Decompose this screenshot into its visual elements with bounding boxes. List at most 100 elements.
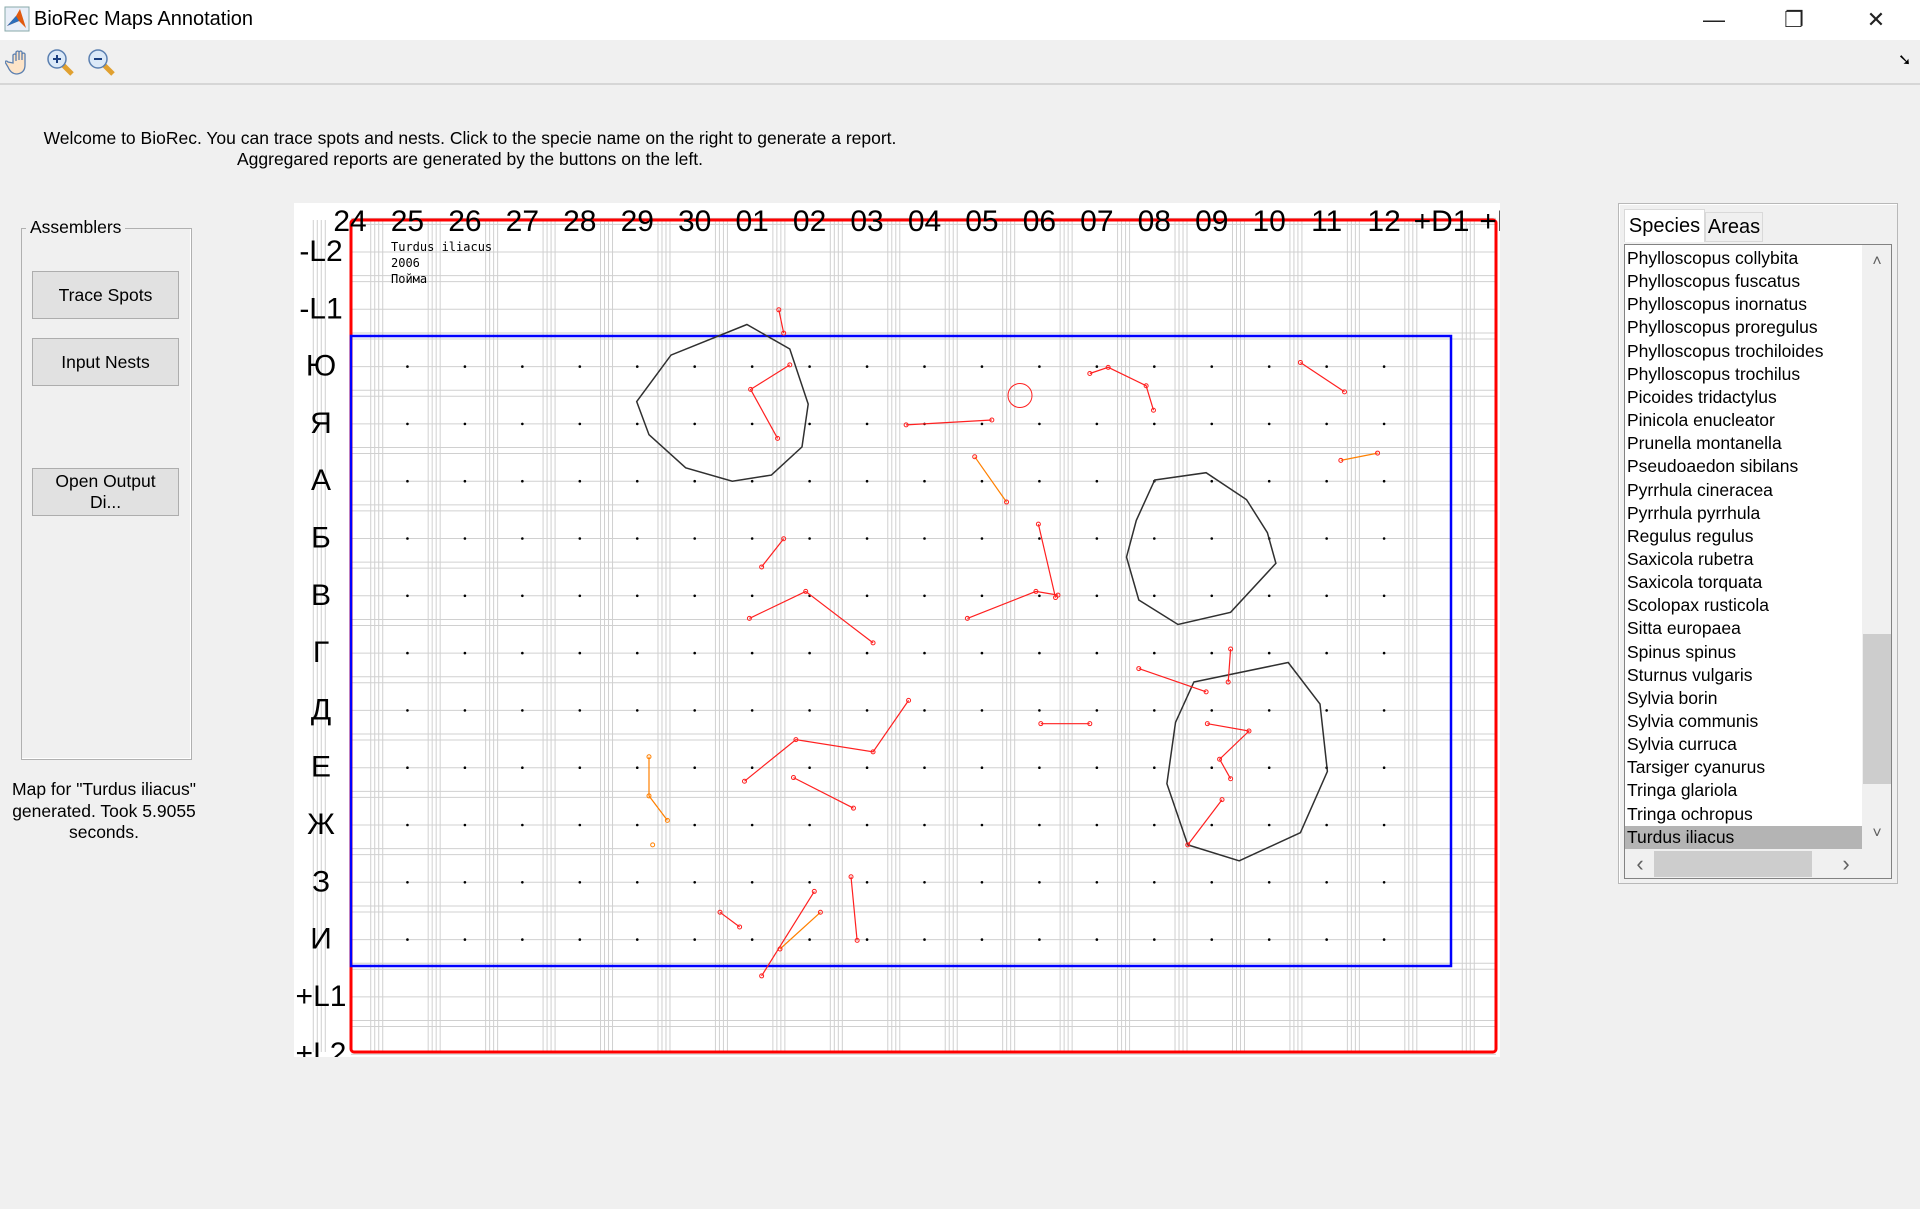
grid-dot [578,537,582,540]
grid-dot [1325,823,1328,827]
grid-dot [463,422,467,426]
species-list-item[interactable]: Saxicola torquata [1625,571,1864,594]
species-list-item[interactable]: Sylvia borin [1625,687,1864,710]
grid-dot [1095,365,1099,368]
grid-dot [1267,479,1271,483]
input-nests-button[interactable]: Input Nests [32,338,179,386]
grid-dot [578,709,582,712]
undock-arrow-icon[interactable]: ➘ [1898,50,1911,70]
grid-dot [406,766,409,769]
grid-dot [1325,881,1328,884]
grid-dot [693,709,696,712]
scroll-left-icon[interactable]: ‹ [1626,850,1654,878]
species-list-item[interactable]: Picoides tridactylus [1625,386,1864,409]
grid-dot [1267,766,1271,769]
species-list-item[interactable]: Sitta europaea [1625,617,1864,640]
map-canvas[interactable]: 24 25 26 27 28 29 30 01 02 03 04 05 06 07 08 09 10 11 12 +D… [294,203,1500,1057]
grid-dot [865,479,869,483]
grid-dot [865,823,869,827]
species-list-item[interactable]: Regulus regulus [1625,525,1864,548]
map-species-label: Turdus iliacus [391,240,492,254]
grid-dot [1038,537,1041,540]
row-label: Е [311,751,331,784]
vertical-scroll-thumb[interactable] [1863,634,1891,784]
species-list-item[interactable]: Sylvia communis [1625,710,1864,733]
grid-dot [1210,766,1214,769]
grid-dot [1038,365,1041,368]
grid-dot [750,709,754,712]
close-button[interactable]: ✕ [1836,0,1916,40]
trace-point [741,778,747,784]
species-list-item[interactable]: Phylloscopus fuscatus [1625,270,1864,293]
column-label: 03 [850,205,883,238]
grid-dot [1325,365,1328,368]
map-plot: 24 25 26 27 28 29 30 01 02 03 04 05 06 07 08 09 10 11 12 +D… [296,205,1500,1057]
grid-dot [635,422,639,426]
grid-dot [521,938,524,941]
grid-dot [406,823,409,827]
species-list-item[interactable]: Phylloscopus proregulus [1625,316,1864,339]
grid-dot [1382,365,1386,368]
trace-line [749,364,791,439]
tab-species[interactable]: Species [1624,209,1705,242]
grid-dot [980,651,984,655]
grid-dot [635,766,639,769]
grid-dot [578,881,582,884]
grid-dot [1210,594,1214,598]
grid-dot [463,365,467,368]
column-label: 07 [1080,205,1113,238]
grid-dot [1382,651,1386,655]
restore-button[interactable]: ❐ [1754,0,1834,40]
pan-hand-icon[interactable] [3,46,37,78]
species-list-item[interactable]: Sylvia curruca [1625,733,1864,756]
grid-dot [808,651,811,655]
species-list-item[interactable]: Pseudoaedon sibilans [1625,455,1864,478]
toolbar: ➘ [0,40,1920,85]
column-label: 11 [1311,205,1342,238]
species-list-item[interactable]: Phylloscopus trochilus [1625,363,1864,386]
scroll-up-icon[interactable]: ˄ [1863,248,1891,276]
zoom-out-icon[interactable] [84,46,118,78]
grid-dot [463,938,467,941]
species-list-item[interactable]: Tarsiger cyanurus [1625,756,1864,779]
species-list-item[interactable]: Pyrrhula pyrrhula [1625,502,1864,525]
column-label: 06 [1023,205,1056,238]
species-list-item[interactable]: Pyrrhula cineracea [1625,479,1864,502]
trace-spots-button[interactable]: Trace Spots [32,271,179,319]
grid-dot [808,823,811,827]
grid-dot [1267,881,1271,884]
column-label: 25 [391,205,424,238]
species-list-item[interactable]: Phylloscopus collybita [1625,247,1864,270]
tab-areas[interactable]: Areas [1705,212,1763,242]
grid-dot [406,709,409,712]
grid-dot [1325,938,1328,941]
open-output-dir-button[interactable]: Open Output Di... [32,468,179,516]
grid-dot [693,594,696,598]
species-list-item[interactable]: Saxicola rubetra [1625,548,1864,571]
grid-dot [1038,422,1041,426]
horizontal-scroll-thumb[interactable] [1654,851,1812,877]
scroll-right-icon[interactable]: › [1832,850,1860,878]
species-list-item[interactable]: Turdus iliacus [1625,825,1864,849]
species-list-item[interactable]: Tringa ochropus [1625,803,1864,826]
species-list-item[interactable]: Prunella montanella [1625,432,1864,455]
row-label: Д [311,693,331,726]
trace-marks [646,307,1381,979]
species-list-item[interactable]: Scolopax rusticola [1625,594,1864,617]
grid-dot [980,365,984,368]
minimize-button[interactable]: — [1674,0,1754,40]
species-listbox[interactable]: Phylloscopus collybita Phylloscopus fusca… [1624,244,1892,879]
species-list-item[interactable]: Phylloscopus trochiloides [1625,340,1864,363]
grid-dot [1382,881,1386,884]
zoom-in-icon[interactable] [43,46,77,78]
species-list-item[interactable]: Phylloscopus inornatus [1625,293,1864,316]
row-label: +L1 [296,980,347,1013]
grid-dot [635,479,639,483]
grid-dot [521,479,524,483]
grid-dot [923,479,926,483]
species-list-item[interactable]: Pinicola enucleator [1625,409,1864,432]
scroll-down-icon[interactable]: ˅ [1863,820,1891,848]
species-list-item[interactable]: Tringa glariola [1625,779,1864,802]
species-list-item[interactable]: Spinus spinus [1625,641,1864,664]
species-list-item[interactable]: Sturnus vulgaris [1625,664,1864,687]
